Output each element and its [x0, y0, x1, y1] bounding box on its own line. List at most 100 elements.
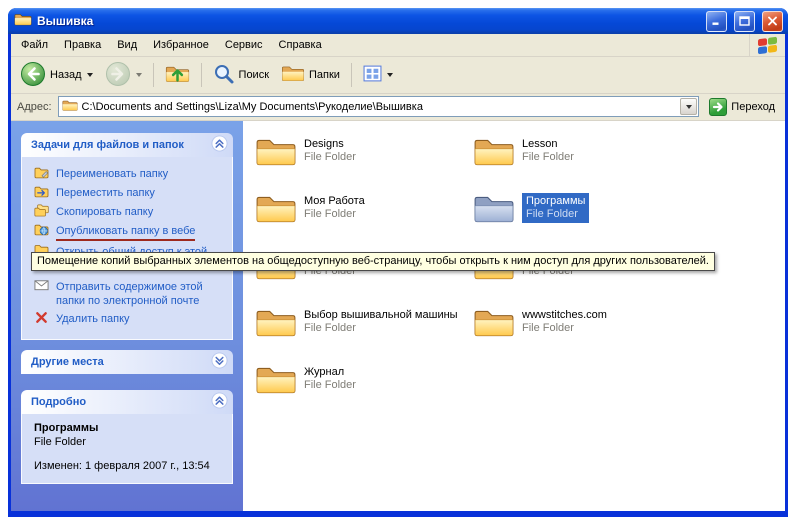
details-panel-title: Подробно — [31, 396, 86, 408]
views-button[interactable] — [358, 61, 398, 89]
close-button[interactable] — [762, 11, 783, 32]
file-name: Моя Работа — [304, 195, 365, 208]
forward-button[interactable] — [100, 58, 147, 93]
address-label: Адрес: — [17, 101, 52, 113]
task-label: Переместить папку — [56, 186, 155, 200]
task-label: Отправить содержимое этой папки по элект… — [56, 280, 216, 308]
folder-icon — [473, 135, 515, 172]
file-item-wwwstitches[interactable]: wwwstitches.comFile Folder — [473, 306, 685, 363]
folder-icon — [255, 192, 297, 229]
window-folder-icon — [14, 12, 32, 30]
views-icon — [363, 64, 382, 86]
other-places-panel-title: Другие места — [31, 356, 104, 368]
sidebar: Задачи для файлов и папок Переименовать … — [11, 121, 243, 511]
toolbar: Назад Поиск — [11, 57, 785, 94]
folders-icon — [281, 64, 305, 86]
folders-button[interactable]: Папки — [276, 61, 345, 89]
menu-edit[interactable]: Правка — [56, 35, 109, 55]
up-button[interactable] — [160, 61, 195, 90]
file-name: Выбор вышивальной машины — [304, 309, 458, 322]
tooltip: Помещение копий выбранных элементов на о… — [31, 252, 715, 271]
file-name: Журнал — [304, 366, 356, 379]
go-label: Переход — [731, 101, 775, 113]
file-list-area: DesignsFile Folder Моя РаботаFile Folder… — [243, 121, 785, 511]
menu-help[interactable]: Справка — [271, 35, 330, 55]
folders-label: Папки — [309, 69, 340, 81]
address-input[interactable]: C:\Documents and Settings\Liza\My Docume… — [58, 96, 700, 117]
search-label: Поиск — [239, 69, 269, 81]
tasks-panel-title: Задачи для файлов и папок — [31, 139, 184, 151]
file-type: File Folder — [304, 151, 356, 164]
details-file-name: Программы — [34, 422, 226, 435]
copy-folder-icon — [34, 204, 49, 220]
address-folder-icon — [62, 99, 78, 115]
details-panel: Подробно Программы File Folder Изменен: … — [21, 390, 233, 484]
menu-view[interactable]: Вид — [109, 35, 145, 55]
folder-up-icon — [165, 64, 190, 87]
file-type: File Folder — [304, 208, 365, 221]
delete-icon — [34, 311, 49, 327]
file-list: DesignsFile Folder Моя РаботаFile Folder… — [255, 135, 785, 420]
forward-icon — [105, 61, 131, 90]
menu-tools[interactable]: Сервис — [217, 35, 271, 55]
file-type: File Folder — [304, 379, 356, 392]
file-item-designs[interactable]: DesignsFile Folder — [255, 135, 467, 192]
tasks-panel-body: Переименовать папку Переместить папку — [21, 157, 233, 340]
other-places-panel: Другие места — [21, 350, 233, 374]
file-type: File Folder — [526, 208, 585, 221]
window-title: Вышивка — [37, 14, 699, 28]
folder-icon-selected — [473, 192, 515, 229]
address-path: C:\Documents and Settings\Liza\My Docume… — [82, 101, 677, 113]
file-item-zhurnal[interactable]: ЖурналFile Folder — [255, 363, 467, 420]
task-rename-folder[interactable]: Переименовать папку — [34, 165, 226, 184]
file-type: File Folder — [522, 322, 607, 335]
tasks-panel-header[interactable]: Задачи для файлов и папок — [21, 133, 233, 157]
task-publish-folder[interactable]: Опубликовать папку в вебе — [34, 222, 226, 243]
details-panel-header[interactable]: Подробно — [21, 390, 233, 414]
menu-bar: Файл Правка Вид Избранное Сервис Справка — [11, 34, 785, 57]
address-bar: Адрес: C:\Documents and Settings\Liza\My… — [11, 94, 785, 121]
file-item-vybor-mashiny[interactable]: Выбор вышивальной машиныFile Folder — [255, 306, 467, 363]
go-arrow-icon — [709, 98, 727, 116]
toolbar-separator — [201, 63, 202, 87]
task-move-folder[interactable]: Переместить папку — [34, 184, 226, 203]
minimize-button[interactable] — [706, 11, 727, 32]
file-name: Designs — [304, 138, 356, 151]
task-label: Скопировать папку — [56, 205, 153, 219]
email-icon — [34, 279, 49, 294]
details-file-type: File Folder — [34, 436, 226, 449]
go-button[interactable]: Переход — [705, 96, 779, 118]
file-name: Программы — [526, 195, 585, 208]
back-dropdown-caret-icon[interactable] — [87, 73, 93, 77]
file-item-moya-rabota[interactable]: Моя РаботаFile Folder — [255, 192, 467, 249]
task-label: Переименовать папку — [56, 167, 168, 181]
file-name: Lesson — [522, 138, 574, 151]
chevron-up-icon[interactable] — [211, 392, 228, 412]
task-email-folder[interactable]: Отправить содержимое этой папки по элект… — [34, 278, 226, 310]
file-item-programmy[interactable]: ПрограммыFile Folder — [473, 192, 685, 249]
file-item-lesson[interactable]: LessonFile Folder — [473, 135, 685, 192]
chevron-down-icon[interactable] — [211, 352, 228, 372]
menu-favorites[interactable]: Избранное — [145, 35, 217, 55]
file-type: File Folder — [522, 151, 574, 164]
menu-file[interactable]: Файл — [13, 35, 56, 55]
search-button[interactable]: Поиск — [208, 60, 274, 91]
address-dropdown-button[interactable] — [680, 98, 697, 115]
chevron-up-icon[interactable] — [211, 135, 228, 155]
title-bar[interactable]: Вышивка — [8, 8, 788, 34]
search-icon — [213, 63, 235, 88]
back-label: Назад — [50, 69, 82, 81]
rename-folder-icon — [34, 166, 49, 182]
task-label: Удалить папку — [56, 312, 130, 326]
back-button[interactable]: Назад — [15, 58, 98, 93]
folder-icon — [473, 306, 515, 343]
publish-folder-icon — [34, 223, 49, 239]
windows-flag-icon — [758, 36, 777, 54]
other-places-panel-header[interactable]: Другие места — [21, 350, 233, 374]
views-dropdown-caret-icon[interactable] — [387, 73, 393, 77]
task-copy-folder[interactable]: Скопировать папку — [34, 203, 226, 222]
maximize-button[interactable] — [734, 11, 755, 32]
task-delete-folder[interactable]: Удалить папку — [34, 310, 226, 329]
folder-icon — [255, 363, 297, 400]
task-label: Опубликовать папку в вебе — [56, 224, 195, 241]
